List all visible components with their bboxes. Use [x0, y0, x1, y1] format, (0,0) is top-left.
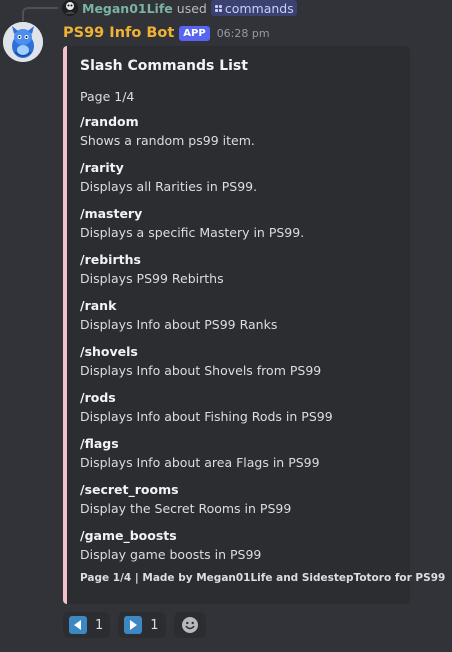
- field-name: /rebirths: [80, 252, 141, 267]
- reaction-right-arrow[interactable]: 1: [118, 612, 166, 638]
- command-usage-line: Megan01Life used commands: [62, 0, 297, 16]
- right-arrow-icon: [124, 616, 143, 634]
- message-header: PS99 Info Bot APP 06:28 pm: [63, 24, 270, 42]
- embed-footer: Page 1/4 | Made by Megan01Life and Sides…: [80, 572, 446, 584]
- field-value: Displays Info about Fishing Rods in PS99: [80, 409, 333, 424]
- field-name: /flags: [80, 436, 119, 451]
- reaction-left-arrow[interactable]: 1: [63, 612, 111, 638]
- embed-field: /shovels Displays Info about Shovels fro…: [80, 344, 321, 379]
- field-value: Displays Info about PS99 Ranks: [80, 317, 278, 332]
- field-name: /random: [80, 114, 139, 129]
- bot-avatar[interactable]: [3, 22, 43, 62]
- user-avatar[interactable]: [62, 0, 78, 16]
- command-user-name[interactable]: Megan01Life: [82, 1, 173, 16]
- field-name: /shovels: [80, 344, 138, 359]
- field-value: Shows a random ps99 item.: [80, 133, 255, 148]
- embed-field: /mastery Displays a specific Mastery in …: [80, 206, 304, 241]
- field-name: /rank: [80, 298, 117, 313]
- embed-field: /flags Displays Info about area Flags in…: [80, 436, 320, 471]
- left-arrow-icon: [69, 616, 87, 634]
- embed-card: Slash Commands List Page 1/4 /random Sho…: [63, 46, 445, 604]
- field-name: /mastery: [80, 206, 143, 221]
- field-value: Displays all Rarities in PS99.: [80, 179, 258, 194]
- embed-page-indicator: Page 1/4: [80, 89, 135, 104]
- field-value: Displays a specific Mastery in PS99.: [80, 225, 305, 240]
- field-name: /secret_rooms: [80, 482, 179, 497]
- field-value: Displays Info about area Flags in PS99: [80, 455, 320, 470]
- reaction-count: 1: [95, 617, 104, 633]
- field-value: Display the Secret Rooms in PS99: [80, 501, 292, 516]
- app-badge: APP: [179, 25, 210, 41]
- reaction-count: 1: [150, 617, 159, 633]
- embed-field: /random Shows a random ps99 item.: [80, 114, 255, 149]
- bot-name[interactable]: PS99 Info Bot: [63, 25, 174, 41]
- add-reaction-icon: [181, 617, 198, 633]
- embed-field: /rarity Displays all Rarities in PS99.: [80, 160, 257, 195]
- reactions-bar: 1 1: [63, 612, 206, 638]
- command-mention[interactable]: commands: [210, 0, 297, 16]
- used-label: used: [176, 0, 207, 16]
- embed-title: Slash Commands List: [80, 58, 248, 74]
- embed-field: /rebirths Displays PS99 Rebirths: [80, 252, 224, 287]
- field-value: Displays PS99 Rebirths: [80, 271, 224, 286]
- discord-message-view: Megan01Life used commands PS99 Info Bot …: [0, 0, 452, 652]
- embed-field: /game_boosts Display game boosts in PS99: [80, 528, 261, 563]
- field-name: /rods: [80, 390, 116, 405]
- embed-field: /rank Displays Info about PS99 Ranks: [80, 298, 277, 333]
- slash-command-icon: [214, 4, 222, 12]
- add-reaction-button[interactable]: [173, 612, 206, 638]
- message-timestamp[interactable]: 06:28 pm: [217, 27, 270, 40]
- field-value: Display game boosts in PS99: [80, 547, 262, 562]
- field-name: /rarity: [80, 160, 124, 175]
- field-name: /game_boosts: [80, 528, 177, 543]
- embed-field: /secret_rooms Display the Secret Rooms i…: [80, 482, 291, 517]
- reply-connector-line: [22, 7, 58, 21]
- embed-field: /rods Displays Info about Fishing Rods i…: [80, 390, 333, 425]
- command-name: commands: [224, 0, 294, 16]
- field-value: Displays Info about Shovels from PS99: [80, 363, 322, 378]
